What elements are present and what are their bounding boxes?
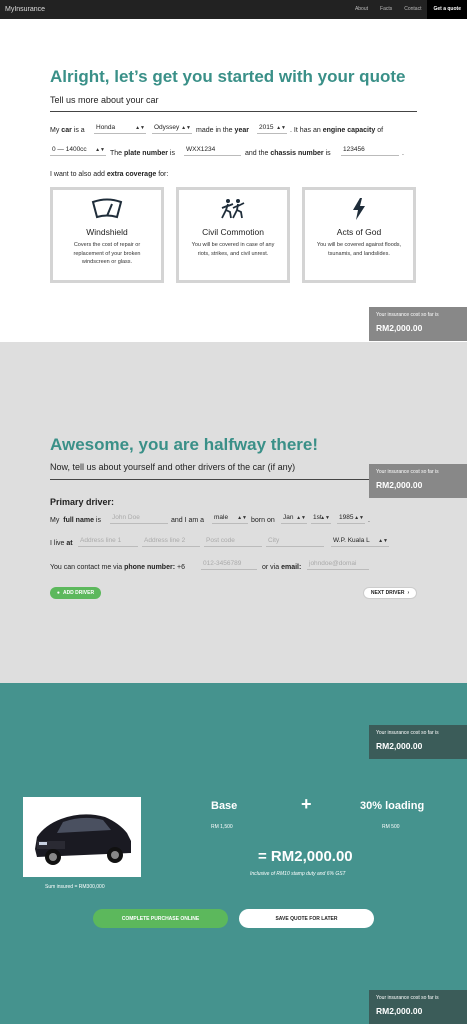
- contact-text: You can contact me via phone number: +6: [50, 564, 185, 571]
- full-name-input[interactable]: John Doe: [110, 513, 168, 524]
- base-label: Base: [211, 800, 238, 812]
- insurance-cost-box: Your insurance cost so far is RM2,000.00: [369, 464, 467, 498]
- insurance-cost-box: Your insurance cost so far is RM2,000.00: [369, 990, 467, 1024]
- car-model-select[interactable]: Odyssey ▲▼: [152, 123, 192, 134]
- city-input[interactable]: City: [266, 536, 324, 547]
- civil-commotion-coverage-card[interactable]: Civil Commotion You will be covered in c…: [176, 187, 290, 283]
- next-driver-button[interactable]: NEXT DRIVER ›: [363, 587, 417, 599]
- insurance-cost-box: Your insurance cost so far is RM2,000.00: [369, 307, 467, 341]
- windshield-coverage-card[interactable]: Windshield Covers the cost of repair or …: [50, 187, 164, 283]
- quote-summary-section: Your insurance cost so far is RM2,000.00…: [0, 683, 467, 1024]
- car-photo: [23, 797, 141, 877]
- cost-label: Your insurance cost so far is: [376, 995, 439, 1001]
- period: .: [368, 517, 370, 524]
- driver-details-section: Awesome, you are halfway there! Now, tel…: [0, 342, 467, 683]
- chassis-number-input[interactable]: 123456: [341, 145, 399, 156]
- post-code-input[interactable]: Post code: [204, 536, 262, 547]
- cost-label: Your insurance cost so far is: [376, 469, 439, 475]
- my-car-text: My car is a: [50, 127, 85, 134]
- card-description: Covers the cost of repair or replacement…: [73, 242, 141, 265]
- cost-value: RM2,000.00: [376, 741, 423, 751]
- address-line-1-input[interactable]: Address line 1: [78, 536, 138, 547]
- loading-label: 30% loading: [360, 800, 425, 812]
- card-title: Acts of God: [336, 227, 382, 237]
- birth-day-select[interactable]: 1st ▲▼: [311, 513, 331, 524]
- cost-label: Your insurance cost so far is: [376, 730, 439, 736]
- made-in-year-text: made in the year: [196, 127, 249, 134]
- cost-value: RM2,000.00: [376, 480, 423, 490]
- card-title: Windshield: [86, 227, 128, 237]
- complete-purchase-button[interactable]: COMPLETE PURCHASE ONLINE: [93, 909, 228, 928]
- email-text: or via email:: [262, 564, 302, 571]
- birth-month-select[interactable]: Jan ▲▼: [281, 513, 307, 524]
- born-on-text: born on: [251, 517, 275, 524]
- sum-insured-text: Sum insured = RM300,000: [45, 884, 105, 890]
- engine-capacity-text: . It has an engine capacity of: [290, 127, 384, 134]
- total-price: = RM2,000.00: [258, 848, 353, 865]
- full-name-text: My full name is: [50, 517, 101, 524]
- plus-icon: ●: [56, 590, 60, 596]
- engine-capacity-select[interactable]: 0 — 1400cc ▲▼: [50, 145, 106, 156]
- cost-value: RM2,000.00: [376, 1006, 423, 1016]
- save-quote-button[interactable]: SAVE QUOTE FOR LATER: [239, 909, 374, 928]
- cost-value: RM2,000.00: [376, 323, 423, 333]
- card-description: You will be covered against floods, tsun…: [316, 242, 402, 257]
- car-section-subtitle: Tell us more about your car: [50, 95, 159, 105]
- base-value: RM 1,500: [211, 824, 233, 830]
- running-people-icon: [179, 198, 287, 220]
- brand-logo[interactable]: MyInsurance: [0, 6, 349, 13]
- and-i-am-a-text: and I am a: [171, 517, 205, 524]
- divider: [50, 111, 417, 112]
- primary-driver-heading: Primary driver:: [50, 497, 115, 507]
- car-make-select[interactable]: Honda ▲▼: [94, 123, 146, 134]
- chassis-number-text: and the chassis number is: [245, 150, 331, 157]
- card-title: Civil Commotion: [202, 227, 264, 237]
- address-line-2-input[interactable]: Address line 2: [142, 536, 200, 547]
- total-note: Inclusive of RM10 stamp duty and 6% GST: [250, 871, 346, 877]
- add-driver-button[interactable]: ● ADD DRIVER: [50, 587, 101, 599]
- card-description: You will be covered in case of any riots…: [191, 242, 275, 257]
- nav-links: About Facts Contact Get a quote: [349, 0, 467, 19]
- nav-contact-link[interactable]: Contact: [398, 0, 427, 19]
- phone-number-input[interactable]: 012-3456789: [201, 559, 257, 570]
- acts-of-god-coverage-card[interactable]: Acts of God You will be covered against …: [302, 187, 416, 283]
- car-section-title: Alright, let’s get you started with your…: [50, 67, 406, 86]
- plate-number-text: The plate number is: [110, 150, 175, 157]
- extra-coverage-text: I want to also add extra coverage for:: [50, 171, 169, 178]
- gender-select[interactable]: male ▲▼: [212, 513, 248, 524]
- car-details-section: Alright, let’s get you started with your…: [0, 19, 467, 342]
- cost-label: Your insurance cost so far is: [376, 312, 439, 318]
- insurance-cost-box: Your insurance cost so far is RM2,000.00: [369, 725, 467, 759]
- plate-number-input[interactable]: WXX1234: [184, 145, 241, 156]
- email-input[interactable]: johndoe@domai: [307, 559, 369, 570]
- windshield-icon: [53, 198, 161, 220]
- nav-facts-link[interactable]: Facts: [374, 0, 398, 19]
- period: .: [402, 150, 404, 157]
- driver-section-title: Awesome, you are halfway there!: [50, 435, 319, 454]
- top-navbar: MyInsurance About Facts Contact Get a qu…: [0, 0, 467, 19]
- birth-year-select[interactable]: 1985 ▲▼: [337, 513, 365, 524]
- get-quote-button[interactable]: Get a quote: [427, 0, 467, 19]
- lightning-icon: [305, 198, 413, 220]
- nav-about-link[interactable]: About: [349, 0, 374, 19]
- driver-section-subtitle: Now, tell us about yourself and other dr…: [50, 462, 296, 472]
- i-live-at-text: I live at: [50, 540, 73, 547]
- loading-value: RM 500: [382, 824, 400, 830]
- car-year-select[interactable]: 2015 ▲▼: [257, 123, 287, 134]
- chevron-right-icon: ›: [407, 590, 410, 596]
- state-select[interactable]: W.P. Kuala L ▲▼: [331, 536, 389, 547]
- divider: [50, 479, 417, 480]
- plus-sign: +: [301, 794, 312, 814]
